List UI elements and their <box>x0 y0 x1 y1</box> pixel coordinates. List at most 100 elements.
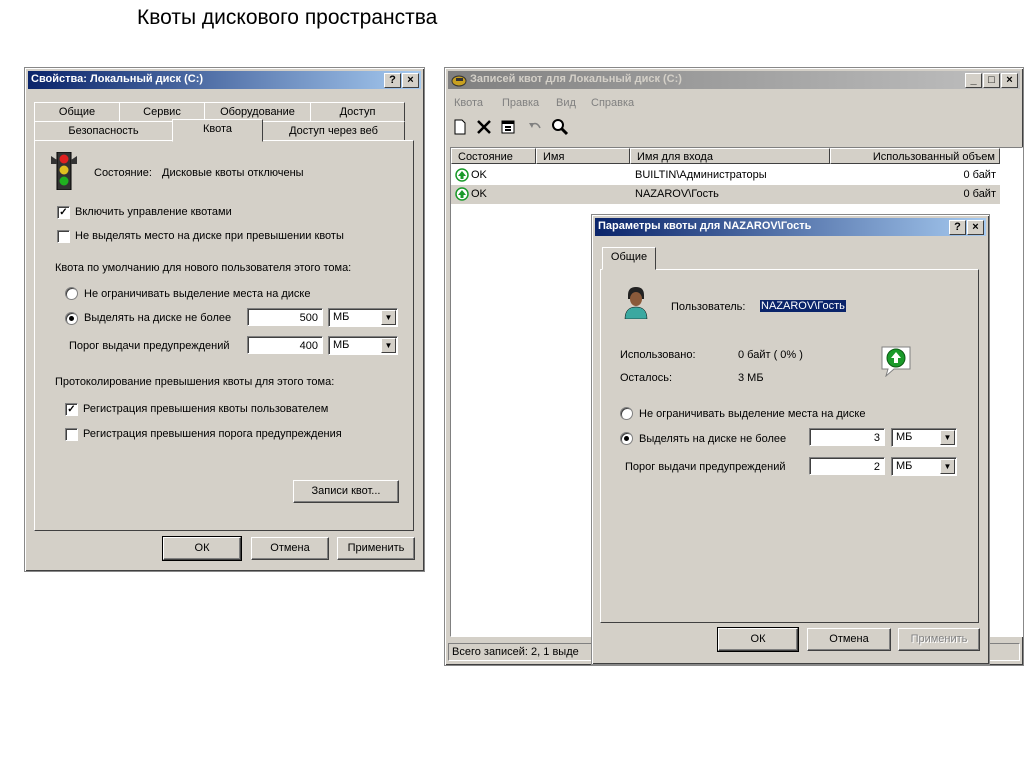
row-status: OK <box>471 188 487 200</box>
disk-icon <box>451 75 467 87</box>
log-warning-checkbox[interactable] <box>65 428 78 441</box>
menu-quota[interactable]: Квота <box>454 97 483 109</box>
warning-value-input[interactable]: 400 <box>247 336 323 354</box>
menu-help[interactable]: Справка <box>591 97 634 109</box>
warning-unit-value: МБ <box>896 460 913 472</box>
used-value: 0 байт ( 0% ) <box>738 349 803 361</box>
tab-label: Сервис <box>143 106 181 118</box>
chevron-down-icon[interactable]: ▼ <box>940 430 955 445</box>
tab-label: Общие <box>610 251 648 263</box>
quota-entries-button[interactable]: Записи квот... <box>293 480 399 503</box>
cancel-button[interactable]: Отмена <box>251 537 329 560</box>
table-row[interactable]: OK NAZAROV\Гость 0 байт <box>451 185 1000 204</box>
col-label: Имя <box>543 151 565 163</box>
user-label: Пользователь: <box>671 301 746 313</box>
warning-unit-select[interactable]: МБ ▼ <box>328 336 398 355</box>
delete-icon[interactable] <box>476 119 492 135</box>
tab-label: Доступ через веб <box>289 125 378 137</box>
tab-label: Общие <box>58 106 96 118</box>
table-row[interactable]: OK BUILTIN\Администраторы 0 байт <box>451 166 1000 185</box>
properties-title: Свойства: Локальный диск (C:) <box>31 73 204 85</box>
tab-sharing[interactable]: Доступ <box>310 102 405 122</box>
warning-label: Порог выдачи предупреждений <box>69 340 230 352</box>
log-warning-label: Регистрация превышения порога предупрежд… <box>83 428 342 440</box>
status-ok-icon <box>881 346 911 377</box>
limit-label: Выделять на диске не более <box>84 312 232 324</box>
col-status[interactable]: Состояние <box>451 148 536 164</box>
enable-quota-checkbox[interactable]: ✓ <box>57 206 70 219</box>
tab-web-sharing[interactable]: Доступ через веб <box>262 121 405 141</box>
col-name[interactable]: Имя <box>536 148 630 164</box>
undo-icon[interactable] <box>527 119 543 135</box>
no-limit-radio[interactable] <box>65 287 78 300</box>
chevron-down-icon[interactable]: ▼ <box>381 338 396 353</box>
tab-label: Доступ <box>339 106 376 118</box>
left-label: Осталось: <box>620 372 673 384</box>
limit-label: Выделять на диске не более <box>639 433 787 445</box>
tab-label: Безопасность <box>68 125 139 137</box>
help-button[interactable]: ? <box>949 220 966 235</box>
left-value: 3 МБ <box>738 372 764 384</box>
limit-radio[interactable] <box>620 432 633 445</box>
row-used: 0 байт <box>963 188 996 200</box>
col-used[interactable]: Использованный объем <box>830 148 1000 164</box>
row-login: NAZAROV\Гость <box>635 188 719 200</box>
menu-view[interactable]: Вид <box>556 97 576 109</box>
close-button[interactable]: × <box>402 73 419 88</box>
warning-label: Порог выдачи предупреждений <box>625 461 786 473</box>
row-login: BUILTIN\Администраторы <box>635 169 767 181</box>
minimize-button[interactable]: _ <box>965 73 982 88</box>
log-quota-label: Регистрация превышения квоты пользовател… <box>83 403 329 415</box>
ok-button[interactable]: ОК <box>717 627 799 652</box>
deny-space-checkbox[interactable] <box>57 230 70 243</box>
chevron-down-icon[interactable]: ▼ <box>940 459 955 474</box>
ok-button[interactable]: ОК <box>162 536 242 561</box>
slide-title: Квоты дискового пространства <box>137 6 438 29</box>
tab-general[interactable]: Общие <box>34 102 120 122</box>
logging-label: Протоколирование превышения квоты для эт… <box>55 376 335 388</box>
tab-label: Квота <box>202 123 233 135</box>
tab-label: Оборудование <box>220 106 295 118</box>
maximize-button[interactable]: □ <box>983 73 1000 88</box>
params-title: Параметры квоты для NAZAROV\Гость <box>598 220 812 232</box>
ok-status-icon <box>455 168 469 182</box>
col-label: Имя для входа <box>637 151 713 163</box>
no-limit-radio[interactable] <box>620 407 633 420</box>
menu-edit[interactable]: Правка <box>502 97 539 109</box>
limit-unit-select[interactable]: МБ ▼ <box>891 428 957 447</box>
entries-title: Записей квот для Локальный диск (C:) <box>470 73 682 85</box>
chevron-down-icon[interactable]: ▼ <box>381 310 396 325</box>
traffic-light-icon <box>51 152 77 190</box>
enable-quota-label: Включить управление квотами <box>75 206 232 218</box>
entries-titlebar: Записей квот для Локальный диск (C:) _ □… <box>448 71 1020 89</box>
user-icon <box>624 287 648 319</box>
close-button[interactable]: × <box>967 220 984 235</box>
limit-radio[interactable] <box>65 312 78 325</box>
properties-titlebar: Свойства: Локальный диск (C:) ? × <box>28 71 421 89</box>
status-label: Состояние: <box>94 167 152 179</box>
tab-general[interactable]: Общие <box>602 247 656 270</box>
limit-unit-select[interactable]: МБ ▼ <box>328 308 398 327</box>
statusbar-text: Всего записей: 2, 1 выде <box>452 646 579 658</box>
help-button[interactable]: ? <box>384 73 401 88</box>
limit-value-input[interactable]: 3 <box>809 428 885 446</box>
ok-status-icon <box>455 187 469 201</box>
apply-button[interactable]: Применить <box>337 537 415 560</box>
tab-security[interactable]: Безопасность <box>34 121 173 141</box>
limit-unit-value: МБ <box>896 431 913 443</box>
cancel-button[interactable]: Отмена <box>807 628 891 651</box>
limit-value-input[interactable]: 500 <box>247 308 323 326</box>
warning-value-input[interactable]: 2 <box>809 457 885 475</box>
properties-icon[interactable] <box>500 119 518 135</box>
warning-unit-select[interactable]: МБ ▼ <box>891 457 957 476</box>
user-value: NAZAROV\Гость <box>760 300 846 312</box>
close-button[interactable]: × <box>1001 73 1018 88</box>
col-login[interactable]: Имя для входа <box>630 148 830 164</box>
warning-unit-value: МБ <box>333 339 350 351</box>
quota-params-dialog: Параметры квоты для NAZAROV\Гость ? × Об… <box>591 214 990 665</box>
log-quota-checkbox[interactable]: ✓ <box>65 403 78 416</box>
tab-quota[interactable]: Квота <box>172 119 263 142</box>
search-icon[interactable] <box>551 118 569 136</box>
new-icon[interactable] <box>452 119 468 135</box>
no-limit-label: Не ограничивать выделение места на диске <box>84 288 311 300</box>
